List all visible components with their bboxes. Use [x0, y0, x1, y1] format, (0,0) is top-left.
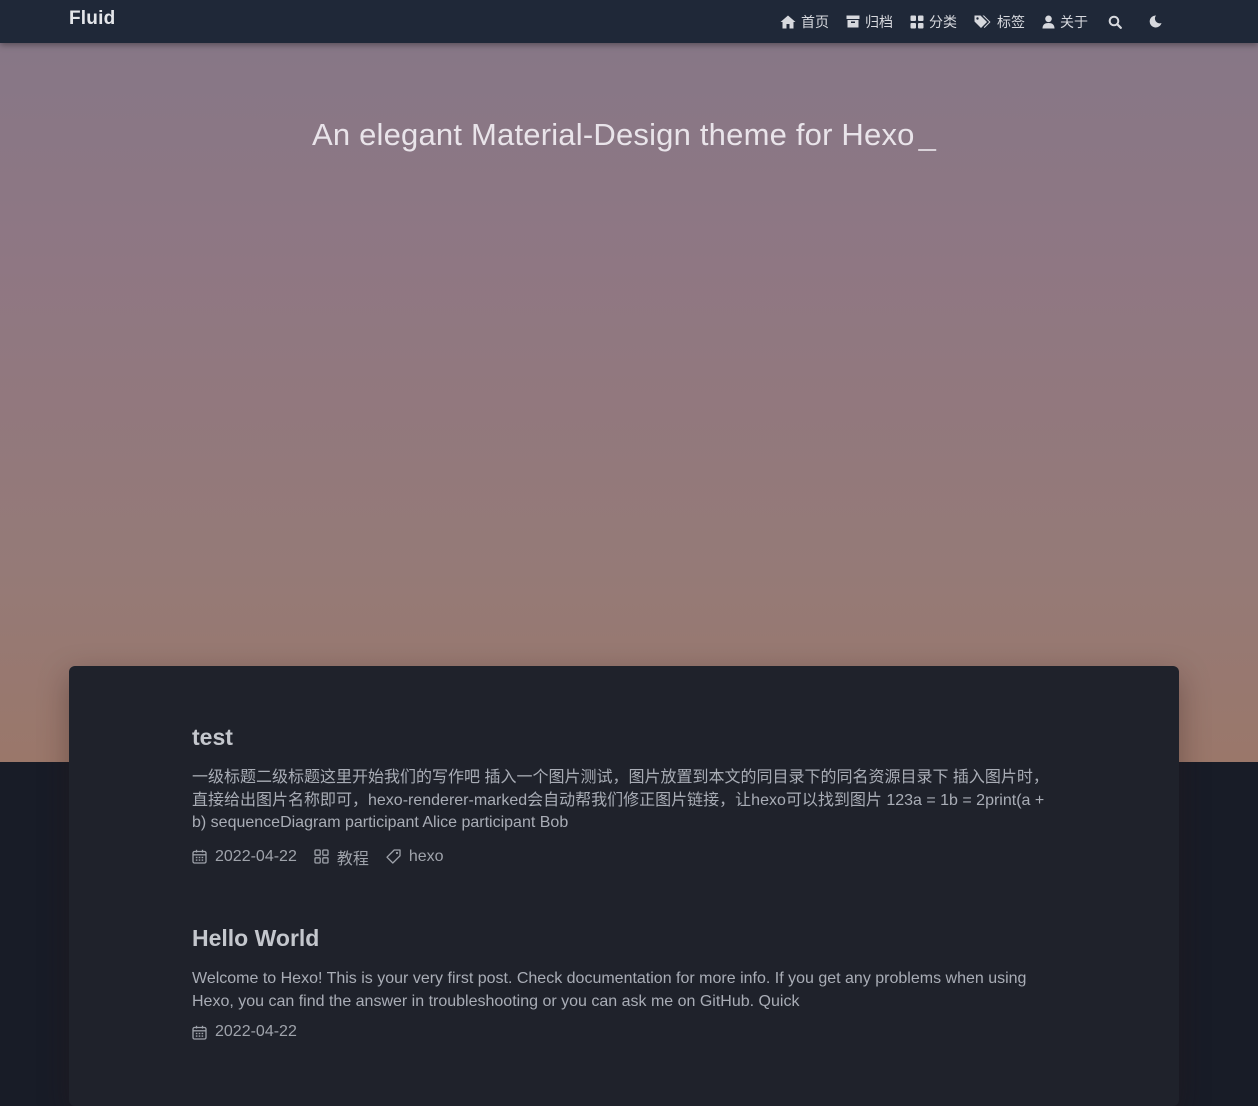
post-date: 2022-04-22 [192, 1023, 297, 1041]
nav-item-label: 首页 [801, 13, 829, 30]
moon-icon [1149, 15, 1162, 28]
archive-icon [846, 15, 860, 28]
calendar-icon [192, 1025, 207, 1040]
navbar: Fluid 首页 归档 分类 标签 关于 [0, 0, 1258, 43]
search-button[interactable] [1108, 15, 1127, 29]
nav-item-home[interactable]: 首页 [780, 12, 829, 32]
post-item: Hello World Welcome to Hexo! This is you… [192, 925, 1052, 1041]
post-title[interactable]: Hello World [192, 925, 1052, 952]
tag-icon [386, 849, 401, 864]
post-item: test 一级标题二级标题这里开始我们的写作吧 插入一个图片测试，图片放置到本文… [192, 724, 1052, 869]
post-tag-text: hexo [408, 847, 444, 865]
calendar-icon [192, 849, 207, 864]
typing-cursor: _ [918, 117, 937, 152]
banner-subtitle-text: An elegant Material-Design theme for Hex… [311, 117, 915, 152]
post-meta: 2022-04-22 [192, 1023, 1052, 1041]
banner-subtitle: An elegant Material-Design theme for Hex… [0, 117, 1248, 153]
nav-item-categories[interactable]: 分类 [910, 12, 957, 32]
brand-link[interactable]: Fluid [69, 8, 115, 30]
post-date-text: 2022-04-22 [215, 847, 297, 865]
post-excerpt[interactable]: Welcome to Hexo! This is your very first… [192, 968, 1052, 1013]
post-excerpt[interactable]: 一级标题二级标题这里开始我们的写作吧 插入一个图片测试，图片放置到本文的同目录下… [192, 767, 1052, 835]
nav-item-tags[interactable]: 标签 [974, 12, 1025, 32]
nav-item-label: 归档 [865, 13, 893, 30]
category-icon [910, 15, 924, 28]
nav-menu: 首页 归档 分类 标签 关于 [763, 0, 1167, 43]
post-meta: 2022-04-22 教程 hexo [192, 845, 1052, 869]
category-icon [314, 849, 329, 864]
search-icon [1108, 15, 1122, 29]
banner: An elegant Material-Design theme for Hex… [0, 0, 1258, 762]
home-icon [780, 15, 796, 28]
post-board: test 一级标题二级标题这里开始我们的写作吧 插入一个图片测试，图片放置到本文… [69, 666, 1179, 1106]
nav-item-archive[interactable]: 归档 [846, 12, 893, 32]
theme-toggle-button[interactable] [1149, 15, 1167, 28]
post-category-text: 教程 [336, 850, 369, 868]
nav-item-label: 分类 [929, 13, 957, 30]
post-date-text: 2022-04-22 [215, 1023, 297, 1040]
post-date: 2022-04-22 [192, 848, 297, 866]
post-title[interactable]: test [192, 724, 1052, 751]
nav-item-label: 关于 [1060, 13, 1088, 30]
user-icon [1042, 15, 1055, 28]
nav-item-label: 标签 [997, 13, 1025, 30]
post-category[interactable]: 教程 [314, 845, 369, 869]
tags-icon [974, 15, 991, 28]
post-tag[interactable]: hexo [386, 848, 444, 866]
nav-item-about[interactable]: 关于 [1042, 12, 1088, 32]
